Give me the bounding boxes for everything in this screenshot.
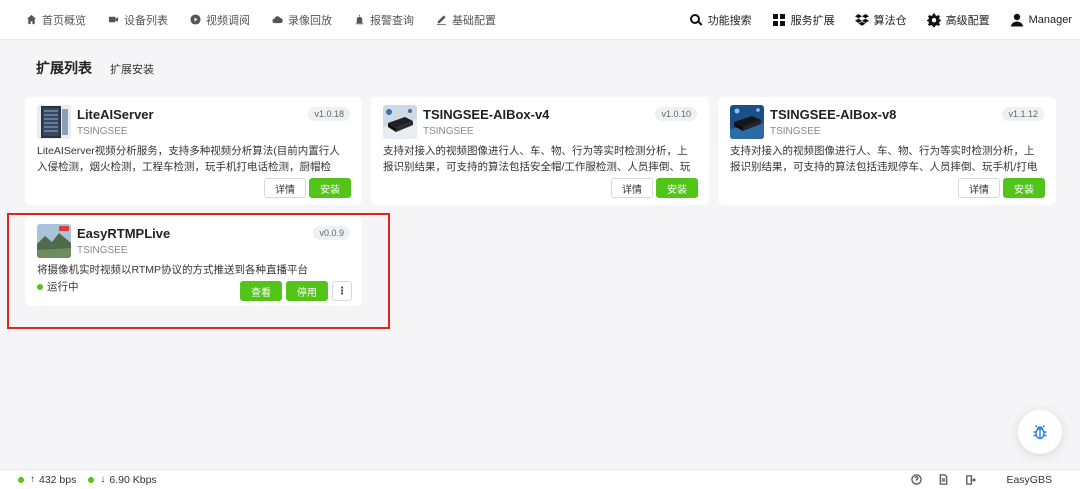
liteaiserver-logo [37,105,71,139]
aibox-v4-logo [383,105,417,139]
nav-user[interactable]: Manager [1010,13,1072,27]
nav-home[interactable]: 首页概览 [26,0,86,40]
nav-advanced-label: 高级配置 [945,14,990,27]
install-button[interactable]: 安装 [309,178,351,198]
main-menu: 首页概览 设备列表 视频调阅 录像回放 报警查询 基础配置 [0,0,518,40]
extension-description: 支持对接入的视频图像进行人、车、物、行为等实时检测分析，上报识别结果，可支持的算… [730,145,1038,173]
upload-dot [18,476,24,483]
status-bar: ↑ 432 bps ↓ 6.90 Kbps EasyGBS [0,469,1080,489]
search-icon [689,13,703,26]
bug-icon [1033,425,1047,440]
nav-video[interactable]: 视频调阅 [190,0,250,40]
nav-user-label: Manager [1028,13,1072,26]
extension-vendor: TSINGSEE [770,126,821,137]
utility-menu: 功能搜索 服务扩展 算法仓 高级配置 Manager [669,0,1080,40]
page-title[interactable]: 扩展列表 [36,58,92,78]
dropbox-icon [854,13,869,26]
footer-tools: EasyGBS [895,474,1080,486]
nav-devices[interactable]: 设备列表 [108,0,168,40]
extension-vendor: TSINGSEE [423,126,474,137]
extension-name: TSINGSEE-AIBox-v8 [770,107,897,122]
nav-alarm-label: 报警查询 [370,14,414,27]
detail-button[interactable]: 详情 [958,178,1000,198]
document-icon[interactable] [938,474,949,485]
nav-extensions-label: 服务扩展 [790,14,835,27]
export-icon[interactable] [965,474,977,485]
nav-extensions[interactable]: 服务扩展 [772,12,835,28]
version-badge: v1.0.18 [308,107,350,121]
extension-vendor: TSINGSEE [77,126,128,137]
brand-label: EasyGBS [1006,473,1052,486]
highlight-frame [7,213,390,329]
extension-description: 支持对接入的视频图像进行人、车、物、行为等实时检测分析，上报识别结果，可支持的算… [383,145,691,173]
nav-home-label: 首页概览 [42,14,86,27]
extension-card-liteaiserver: LiteAIServer TSINGSEE v1.0.18 LiteAIServ… [25,97,362,205]
download-rate: ↓ 6.90 Kbps [88,473,157,486]
nav-devices-label: 设备列表 [124,14,168,27]
nav-algorithms[interactable]: 算法仓 [854,12,907,28]
nav-video-label: 视频调阅 [206,14,250,27]
install-button[interactable]: 安装 [656,178,698,198]
extension-card-aibox-v4: TSINGSEE-AIBox-v4 TSINGSEE v1.0.10 支持对接入… [371,97,709,205]
user-icon [1010,13,1023,26]
alarm-icon [355,14,364,25]
gear-icon [926,13,941,27]
version-badge: v1.1.12 [1002,107,1044,121]
detail-button[interactable]: 详情 [611,178,653,198]
extension-card-aibox-v8: TSINGSEE-AIBox-v8 TSINGSEE v1.1.12 支持对接入… [718,97,1056,205]
grid-icon [772,13,785,26]
extension-description: LiteAIServer视频分析服务，支持多种视频分析算法(目前内置行人入侵检测… [37,145,340,173]
install-button[interactable]: 安装 [1003,178,1045,198]
arrow-down-icon: ↓ [100,474,106,485]
cloud-icon [272,16,283,24]
extension-name: LiteAIServer [77,107,154,122]
nav-advanced[interactable]: 高级配置 [926,12,990,28]
download-dot [88,476,95,483]
nav-config[interactable]: 基础配置 [436,0,496,40]
nav-search-label: 功能搜索 [707,14,752,27]
nav-alarm[interactable]: 报警查询 [354,0,414,40]
upload-rate-value: 432 bps [39,473,77,486]
tab-install[interactable]: 扩展安装 [110,61,154,77]
download-rate-value: 6.90 Kbps [109,473,157,486]
extension-name: TSINGSEE-AIBox-v4 [423,107,550,122]
play-icon [190,14,201,25]
aibox-v8-logo [730,105,764,139]
version-badge: v1.0.10 [655,107,697,121]
pen-icon [436,15,447,25]
nav-playback-label: 录像回放 [288,14,332,27]
debug-button[interactable] [1018,410,1062,454]
top-nav: 首页概览 设备列表 视频调阅 录像回放 报警查询 基础配置 功能搜索 服务扩展 … [0,0,1080,40]
page-header: 扩展列表 扩展安装 [36,58,154,78]
arrow-up-icon: ↑ [30,474,35,485]
nav-search[interactable]: 功能搜索 [689,12,752,28]
help-icon[interactable] [911,474,923,485]
home-icon [26,14,37,25]
camera-icon [108,16,119,23]
nav-config-label: 基础配置 [452,14,496,27]
nav-playback[interactable]: 录像回放 [272,0,332,40]
detail-button[interactable]: 详情 [264,178,306,198]
nav-algorithms-label: 算法仓 [873,14,907,27]
upload-rate: ↑ 432 bps [18,474,76,486]
